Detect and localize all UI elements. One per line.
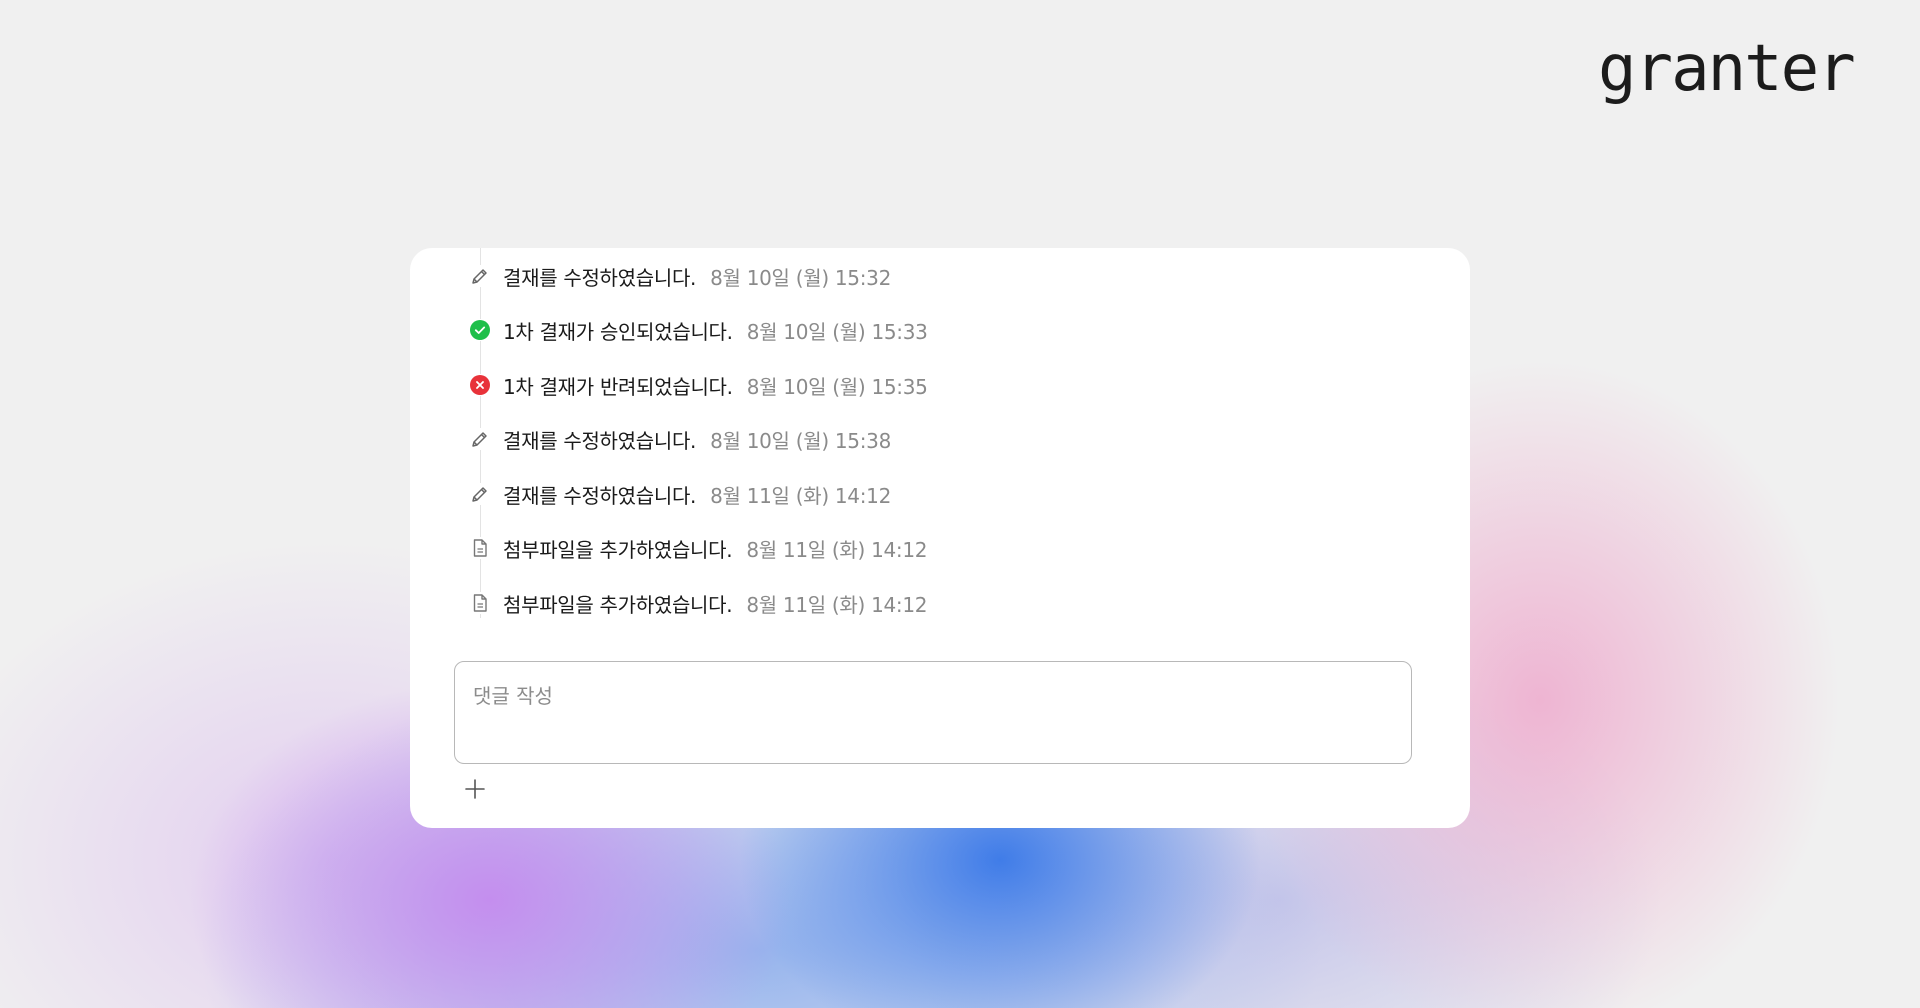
add-attachment-button[interactable] <box>460 776 490 806</box>
timeline-item-time: 8월 11일 (화) 14:12 <box>710 483 892 508</box>
timeline-item: 1차 결재가 승인되었습니다. 8월 10일 (월) 15:33 <box>462 315 928 345</box>
timeline-item-text: 첨부파일을 추가하였습니다. <box>503 592 733 617</box>
check-circle-icon <box>469 319 491 341</box>
timeline-item-text: 결재를 수정하였습니다. <box>503 428 697 453</box>
timeline-item-text: 1차 결재가 승인되었습니다. <box>503 319 733 344</box>
timeline-item-time: 8월 10일 (월) 15:32 <box>710 265 892 290</box>
timeline-item-text: 1차 결재가 반려되었습니다. <box>503 374 733 399</box>
timeline-item: 첨부파일을 추가하였습니다. 8월 11일 (화) 14:12 <box>462 588 928 618</box>
pencil-icon <box>469 265 491 287</box>
timeline-item-text: 결재를 수정하였습니다. <box>503 483 697 508</box>
timeline-item-time: 8월 10일 (월) 15:35 <box>746 374 928 399</box>
timeline-item-text: 첨부파일을 추가하였습니다. <box>503 537 733 562</box>
pencil-icon <box>469 483 491 505</box>
timeline-item: 첨부파일을 추가하였습니다. 8월 11일 (화) 14:12 <box>462 533 928 563</box>
timeline-item: 결재를 수정하였습니다. 8월 11일 (화) 14:12 <box>462 479 891 509</box>
timeline-item-time: 8월 11일 (화) 14:12 <box>746 592 928 617</box>
document-icon <box>469 592 491 614</box>
x-circle-icon <box>469 374 491 396</box>
comment-input[interactable] <box>454 661 1412 764</box>
timeline-item-time: 8월 10일 (월) 15:38 <box>710 428 892 453</box>
approval-history-card: 결재를 수정하였습니다. 8월 10일 (월) 15:32 1차 결재가 승인되… <box>410 248 1470 828</box>
pencil-icon <box>469 428 491 450</box>
timeline-item-text: 결재를 수정하였습니다. <box>503 265 697 290</box>
document-icon <box>469 537 491 559</box>
plus-icon <box>464 778 486 804</box>
svg-text:granter: granter <box>1598 42 1854 106</box>
granter-logo: granter <box>1598 32 1868 116</box>
timeline-item: 결재를 수정하였습니다. 8월 10일 (월) 15:38 <box>462 424 891 454</box>
timeline-item-time: 8월 10일 (월) 15:33 <box>746 319 928 344</box>
timeline-item: 1차 결재가 반려되었습니다. 8월 10일 (월) 15:35 <box>462 370 928 400</box>
timeline-item: 결재를 수정하였습니다. 8월 10일 (월) 15:32 <box>462 261 891 291</box>
timeline-item-time: 8월 11일 (화) 14:12 <box>746 537 928 562</box>
